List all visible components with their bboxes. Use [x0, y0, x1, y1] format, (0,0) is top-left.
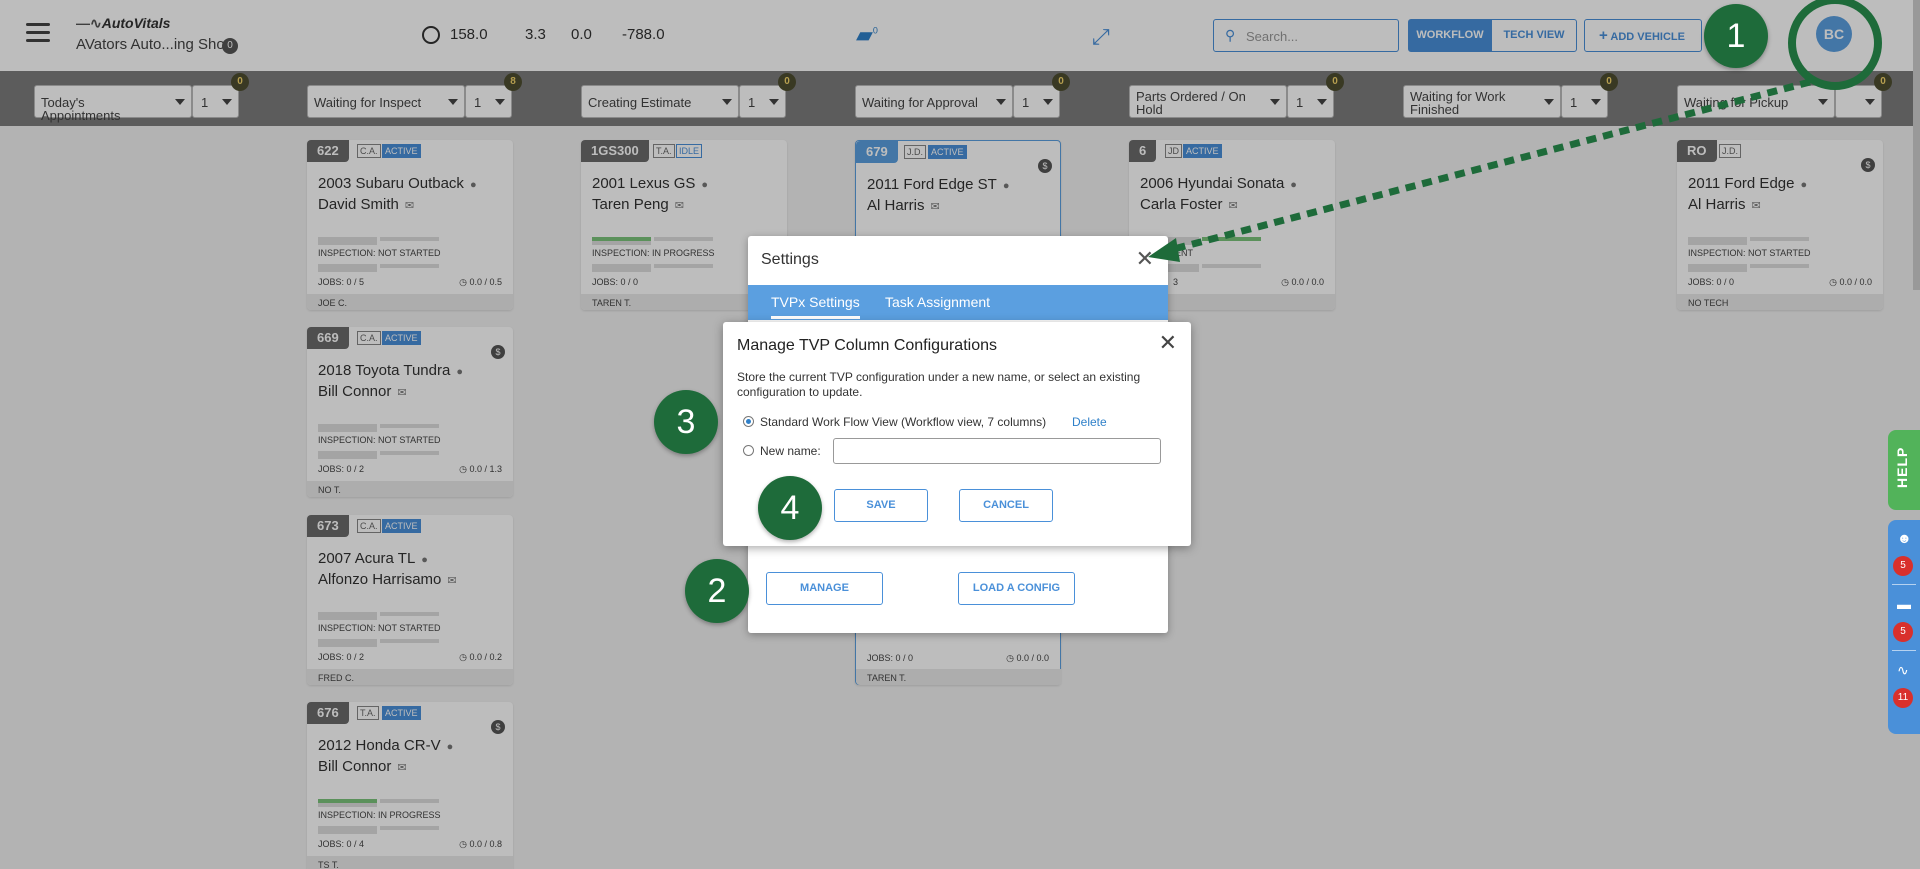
annotation-arrow: [1148, 78, 1811, 262]
notification-badge: 5: [1893, 556, 1913, 576]
step-marker: 1: [1704, 4, 1768, 68]
step-marker: 3: [654, 390, 718, 454]
help-tab[interactable]: HELP: [1888, 430, 1920, 510]
step-marker: 2: [685, 559, 749, 623]
car-icon[interactable]: ▬: [1897, 596, 1911, 612]
notification-badge: 5: [1893, 622, 1913, 642]
activity-icon[interactable]: ∿: [1897, 662, 1909, 679]
app-root: —∿AutoVitals AVators Auto...ing Shop 0 1…: [0, 0, 1920, 869]
side-toolbar: ☻ 5 ▬ 5 ∿ 11: [1888, 520, 1920, 734]
people-icon[interactable]: ☻: [1897, 530, 1912, 546]
notification-badge: 11: [1893, 688, 1913, 708]
help-label: HELP: [1894, 446, 1910, 488]
step-marker: 4: [758, 476, 822, 540]
